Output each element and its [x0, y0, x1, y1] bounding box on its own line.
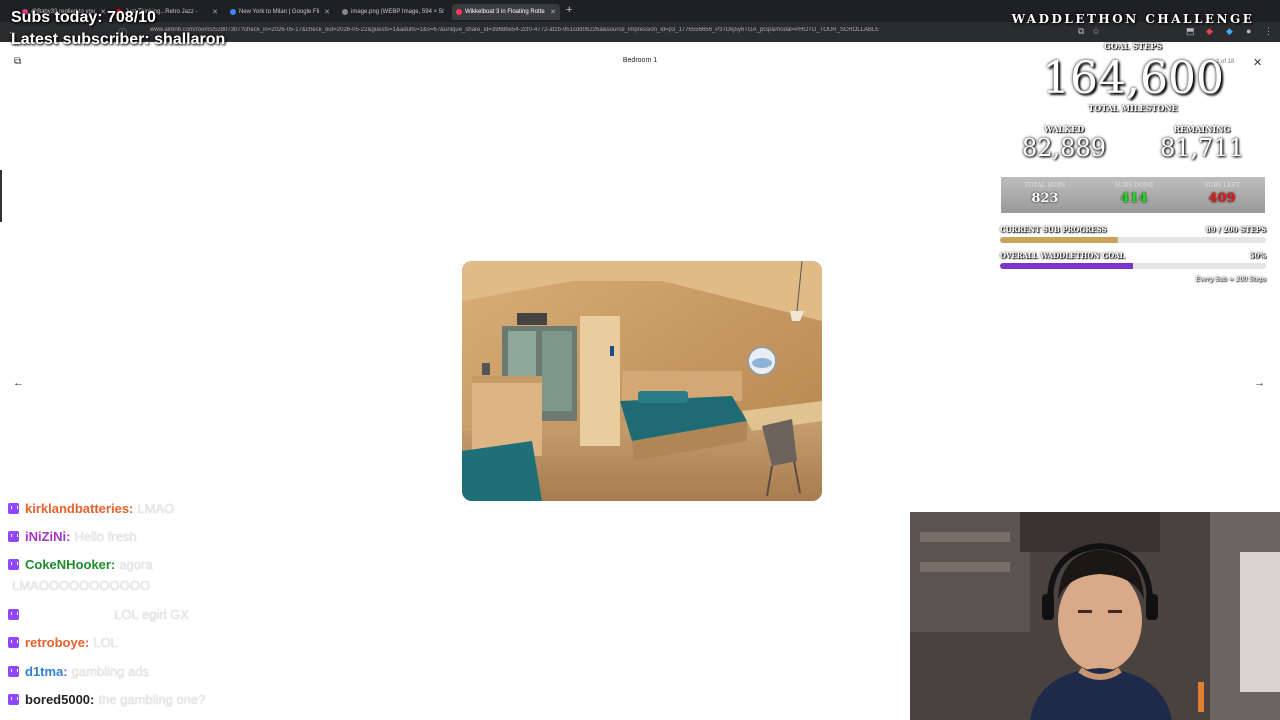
chat-message-text: LOL — [93, 635, 118, 650]
tab-favicon-icon — [456, 9, 462, 15]
subs-left-label: SUBS LEFT — [1203, 182, 1241, 189]
current-sub-progress-bar — [1000, 237, 1266, 243]
tab-image-png[interactable]: image.png (WEBP Image, 594 × 5t ✕ — [338, 4, 446, 20]
chat-message-text: agora — [119, 557, 153, 572]
extension-icon[interactable]: ⧉ — [1078, 26, 1084, 37]
tab-favicon-icon — [342, 9, 348, 15]
subs-today-counter: Subs today: 708/10 — [11, 9, 156, 26]
chat-separator: : — [105, 607, 111, 622]
chat-username[interactable]: retroboye — [25, 635, 85, 650]
chat-message-text: gambling ads — [71, 664, 149, 679]
goal-steps-label: GOAL STEPS — [1103, 41, 1163, 51]
chat-message: iNiZiNi: Hello fresh — [8, 529, 137, 544]
photo-title: Bedroom 1 — [622, 57, 658, 64]
remaining-label: REMAINING — [1173, 124, 1231, 134]
latest-subscriber-label: Latest subscriber: shallaron — [11, 31, 226, 48]
subs-left-stat: SUBS LEFT 409 — [1178, 182, 1266, 206]
tab-close-icon[interactable]: ✕ — [550, 8, 556, 16]
chat-message: frenfrenfrens: LOL egirl GX — [8, 607, 189, 622]
extension-icon[interactable]: ◆ — [1206, 26, 1213, 37]
twitch-badge-icon — [8, 503, 19, 514]
waddlethon-title: WADDLETHON CHALLENGE — [1011, 12, 1255, 26]
current-sub-progress-label: CURRENT SUB PROGRESS — [1000, 225, 1107, 234]
current-sub-progress-heading: CURRENT SUB PROGRESS 89 / 200 STEPS — [1000, 225, 1266, 234]
bookmark-star-icon[interactable]: ☆ — [1092, 26, 1100, 37]
tab-airbnb-active[interactable]: Wikkelboat 3 in Floating Rotte ✕ — [452, 4, 560, 20]
webcam-illustration — [910, 512, 1280, 720]
extension-icon[interactable]: ◆ — [1226, 26, 1233, 37]
tab-close-icon[interactable]: ✕ — [212, 8, 218, 16]
bedroom-photo — [462, 261, 822, 501]
twitch-badge-icon — [8, 559, 19, 570]
previous-photo-arrow-icon[interactable]: ← — [13, 377, 24, 389]
steps-per-sub-note: Every Sub = 200 Steps — [1195, 276, 1267, 283]
chat-message: LMAOOOOOOOOOOO — [8, 578, 150, 593]
chat-separator: : — [90, 692, 95, 707]
chat-username[interactable]: CokeNHooker — [25, 557, 111, 572]
total-subs-label: TOTAL SUBS — [1024, 182, 1066, 189]
tab-google-flights[interactable]: New York to Milan | Google Fli ✕ — [226, 4, 334, 20]
twitch-badge-icon — [8, 531, 19, 542]
overall-goal-progress-bar — [1000, 263, 1266, 269]
chat-separator: : — [63, 664, 68, 679]
chat-message: CokeNHooker: agora — [8, 557, 153, 572]
subs-summary-box: TOTAL SUBS 823 SUBS DONE 414 SUBS LEFT 4… — [1000, 176, 1266, 214]
url-field[interactable]: www.airbnb.com/rooms/52807307?check_in=2… — [150, 27, 960, 33]
subs-done-stat: SUBS DONE 414 — [1090, 182, 1178, 206]
new-tab-plus-icon[interactable]: + — [566, 4, 572, 16]
chat-username[interactable]: iNiZiNi — [25, 529, 66, 544]
overall-goal-value: 50% — [1249, 251, 1266, 260]
twitch-badge-icon — [8, 666, 19, 677]
scroll-indicator — [0, 170, 2, 222]
walked-value: 82,889 — [1022, 134, 1106, 162]
chat-message: kirklandbatteries: LMAO — [8, 501, 174, 516]
chat-message-text: LOL egirl GX — [114, 607, 189, 622]
subs-done-value: 414 — [1120, 191, 1148, 206]
next-photo-arrow-icon[interactable]: → — [1254, 377, 1265, 389]
walked-label: WALKED — [1043, 124, 1085, 134]
chat-separator: : — [129, 501, 134, 516]
chat-username[interactable]: d1tma — [25, 664, 63, 679]
chat-username[interactable]: frenfrenfrens — [25, 607, 106, 622]
copy-icon[interactable]: ⧉ — [14, 56, 21, 67]
twitch-badge-icon — [8, 609, 19, 620]
tab-close-icon[interactable]: ✕ — [324, 8, 330, 16]
chat-username[interactable]: bored5000 — [25, 692, 90, 707]
chat-message: bored5000: the gambling one? — [8, 692, 205, 707]
tab-label: image.png (WEBP Image, 594 × 5t — [351, 9, 444, 15]
overall-goal-heading: OVERALL WADDLETHON GOAL 50% — [1000, 251, 1266, 260]
chat-separator: : — [84, 635, 90, 650]
extension-icon[interactable]: ⬒ — [1186, 26, 1195, 37]
chat-message-text: LMAOOOOOOOOOOO — [12, 578, 150, 593]
menu-dots-icon[interactable]: ⋮ — [1264, 26, 1273, 37]
subs-done-label: SUBS DONE — [1114, 182, 1154, 189]
total-milestone-label: TOTAL MILESTONE — [1088, 103, 1178, 113]
goal-steps-value: 164,600 — [1042, 53, 1224, 104]
webcam-feed — [910, 512, 1280, 720]
total-subs-value: 823 — [1031, 191, 1059, 206]
chat-message-text: Hello fresh — [74, 529, 137, 544]
tab-favicon-icon — [230, 9, 236, 15]
total-subs-stat: TOTAL SUBS 823 — [1001, 182, 1089, 206]
chat-message: retroboye: LOL — [8, 635, 118, 650]
chat-message: d1tma: gambling ads — [8, 664, 149, 679]
chat-separator: : — [110, 557, 116, 572]
bedroom-photo-illustration — [462, 261, 822, 501]
chat-username[interactable]: kirklandbatteries — [25, 501, 129, 516]
tab-label: Wikkelboat 3 in Floating Rotte — [465, 9, 545, 15]
profile-icon[interactable]: ● — [1246, 26, 1251, 36]
current-sub-progress-fill — [1000, 237, 1119, 243]
current-sub-progress-value: 89 / 200 STEPS — [1205, 225, 1266, 234]
twitch-badge-icon — [8, 694, 19, 705]
remaining-value: 81,711 — [1160, 134, 1244, 162]
tab-label: New York to Milan | Google Fli — [239, 9, 320, 15]
subs-left-value: 409 — [1208, 191, 1236, 206]
chat-message-text: LMAO — [137, 501, 175, 516]
overall-goal-label: OVERALL WADDLETHON GOAL — [1000, 251, 1125, 260]
chat-separator: : — [66, 529, 71, 544]
overall-goal-progress-fill — [1000, 263, 1133, 269]
twitch-badge-icon — [8, 637, 19, 648]
chat-message-text: the gambling one? — [98, 692, 206, 707]
